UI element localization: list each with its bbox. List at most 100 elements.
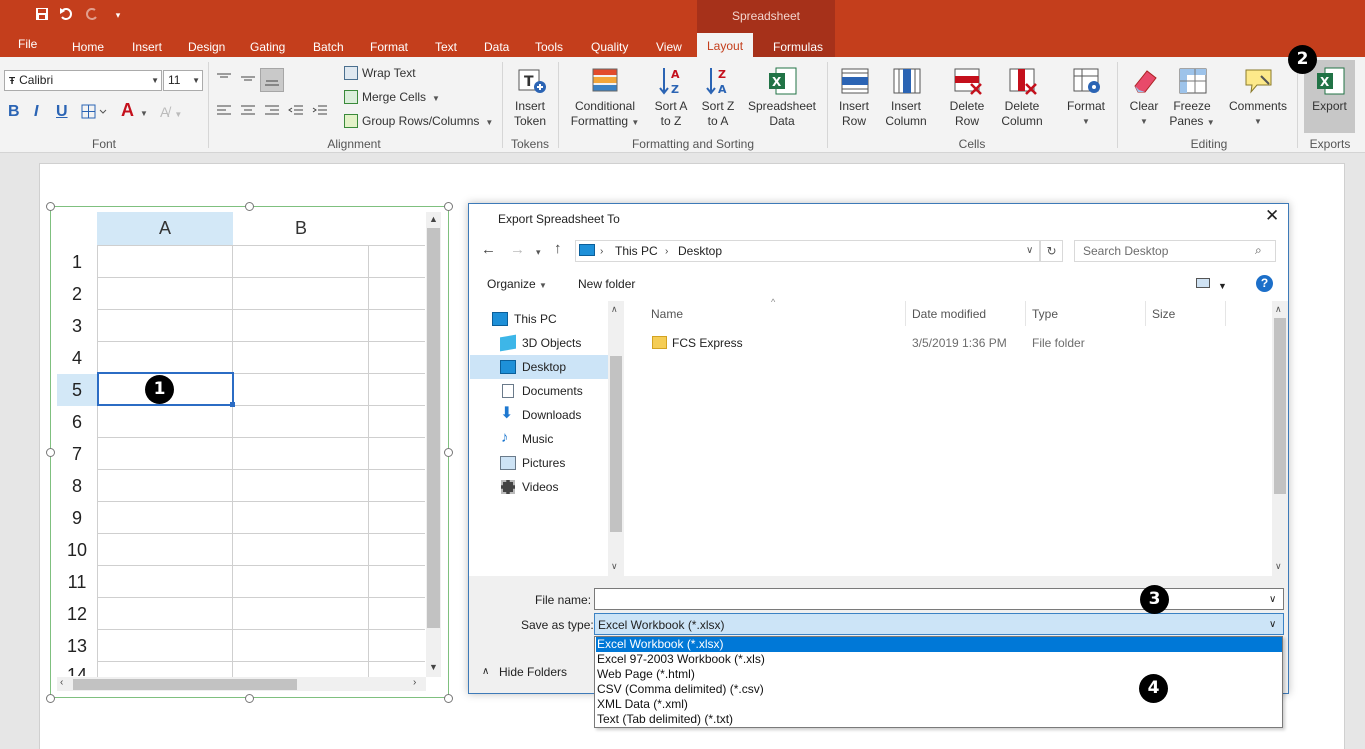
- path-this-pc[interactable]: This PC: [615, 243, 658, 259]
- fill-handle[interactable]: [230, 402, 235, 407]
- resize-handle[interactable]: [245, 694, 254, 703]
- tab-formulas[interactable]: Formulas: [771, 38, 825, 56]
- row-header[interactable]: 13: [57, 630, 97, 662]
- tab-tools[interactable]: Tools: [533, 38, 565, 56]
- align-middle-button[interactable]: [240, 71, 256, 88]
- font-size-select[interactable]: 11 ▼: [163, 70, 203, 91]
- scroll-down-icon[interactable]: ∨: [1275, 561, 1282, 572]
- chevron-down-icon[interactable]: ∨: [1026, 243, 1033, 259]
- tab-file[interactable]: File: [16, 35, 39, 53]
- wrap-text-button[interactable]: Wrap Text: [344, 65, 416, 81]
- align-right-button[interactable]: [264, 104, 280, 121]
- column-date-modified[interactable]: Date modified: [912, 307, 986, 321]
- forward-icon[interactable]: →: [510, 242, 525, 258]
- refresh-icon[interactable]: ↻: [1040, 240, 1063, 262]
- row-header[interactable]: 2: [57, 278, 97, 310]
- freeze-panes-button[interactable]: Freeze Panes ▼: [1168, 66, 1216, 130]
- type-option[interactable]: Text (Tab delimited) (*.txt): [596, 712, 1282, 727]
- decrease-indent-button[interactable]: [288, 104, 304, 121]
- row-header[interactable]: 8: [57, 470, 97, 502]
- resize-handle[interactable]: [444, 202, 453, 211]
- tab-design[interactable]: Design: [186, 38, 227, 56]
- chevron-down-icon[interactable]: ∨: [1269, 617, 1276, 633]
- path-desktop[interactable]: Desktop: [678, 243, 722, 259]
- spreadsheet-object[interactable]: [50, 206, 449, 698]
- type-option[interactable]: CSV (Comma delimited) (*.csv): [596, 682, 1282, 697]
- format-button[interactable]: Format ▼: [1062, 66, 1110, 129]
- scroll-right-icon[interactable]: ›: [413, 677, 416, 688]
- type-option[interactable]: Web Page (*.html): [596, 667, 1282, 682]
- insert-column-button[interactable]: Insert Column: [880, 66, 932, 129]
- chevron-down-icon[interactable]: ▼: [1218, 278, 1227, 294]
- merge-cells-button[interactable]: Merge Cells ▼: [344, 89, 440, 107]
- tab-insert[interactable]: Insert: [130, 38, 164, 56]
- scroll-left-icon[interactable]: ‹: [60, 677, 63, 688]
- column-size[interactable]: Size: [1152, 307, 1175, 321]
- close-icon[interactable]: ✕: [1265, 207, 1279, 224]
- borders-button[interactable]: [81, 104, 107, 124]
- font-family-select[interactable]: Ŧ Calibri ▼: [4, 70, 162, 91]
- tab-layout[interactable]: Layout: [697, 33, 754, 57]
- row-header[interactable]: 14: [57, 662, 97, 676]
- underline-button[interactable]: U: [56, 104, 68, 120]
- nav-scrollbar-thumb[interactable]: [610, 356, 622, 532]
- tab-batch[interactable]: Batch: [311, 38, 346, 56]
- scroll-up-icon[interactable]: ∧: [611, 304, 618, 315]
- sort-a-to-z-button[interactable]: AZ Sort A to Z: [650, 66, 692, 129]
- nav-item-3d-objects[interactable]: 3D Objects: [470, 331, 608, 355]
- view-options-icon[interactable]: [1196, 278, 1210, 288]
- type-option[interactable]: Excel 97-2003 Workbook (*.xls): [596, 652, 1282, 667]
- hide-folders-button[interactable]: Hide Folders: [499, 664, 567, 680]
- save-icon[interactable]: [34, 7, 50, 23]
- row-header[interactable]: 3: [57, 310, 97, 342]
- conditional-formatting-button[interactable]: Conditional Formatting ▼: [567, 66, 643, 130]
- increase-indent-button[interactable]: [312, 104, 328, 121]
- column-header-b[interactable]: B: [233, 212, 369, 245]
- font-color-button[interactable]: A ▼: [121, 101, 148, 122]
- comments-button[interactable]: Comments ▼: [1226, 66, 1290, 129]
- customize-icon[interactable]: ▾: [110, 7, 126, 23]
- nav-item-music[interactable]: ♪ Music: [470, 427, 608, 451]
- align-center-button[interactable]: [240, 104, 256, 121]
- nav-item-videos[interactable]: Videos: [470, 475, 608, 499]
- tab-home[interactable]: Home: [70, 38, 106, 56]
- tab-text[interactable]: Text: [433, 38, 459, 56]
- column-header-a[interactable]: A: [97, 212, 233, 245]
- chevron-up-icon[interactable]: ∧: [482, 664, 489, 680]
- organize-button[interactable]: Organize ▼: [487, 276, 547, 294]
- undo-icon[interactable]: [59, 7, 75, 23]
- nav-item-this-pc[interactable]: This PC: [470, 307, 608, 331]
- row-header[interactable]: 1: [57, 246, 97, 278]
- clear-format-button[interactable]: A̸ ▼: [160, 104, 182, 123]
- italic-button[interactable]: I: [34, 104, 38, 120]
- scroll-up-icon[interactable]: ∧: [1275, 304, 1282, 315]
- row-header[interactable]: 6: [57, 406, 97, 438]
- align-top-button[interactable]: [216, 71, 232, 88]
- back-icon[interactable]: ←: [481, 242, 496, 258]
- file-name-input[interactable]: [594, 588, 1284, 610]
- search-placeholder[interactable]: Search Desktop: [1083, 243, 1168, 259]
- resize-handle[interactable]: [46, 202, 55, 211]
- redo-icon[interactable]: [83, 7, 99, 23]
- row-header[interactable]: 7: [57, 438, 97, 470]
- column-name[interactable]: Name: [651, 307, 683, 321]
- scroll-down-icon[interactable]: ▼: [429, 662, 438, 672]
- nav-item-pictures[interactable]: Pictures: [470, 451, 608, 475]
- clear-button[interactable]: Clear ▼: [1124, 66, 1164, 129]
- sort-z-to-a-button[interactable]: ZA Sort Z to A: [697, 66, 739, 129]
- resize-handle[interactable]: [444, 694, 453, 703]
- spreadsheet-data-button[interactable]: X Spreadsheet Data: [745, 66, 819, 129]
- insert-row-button[interactable]: Insert Row: [834, 66, 874, 129]
- recent-locations-icon[interactable]: ▾: [536, 244, 541, 260]
- horizontal-scrollbar-thumb[interactable]: [73, 679, 297, 690]
- tab-format[interactable]: Format: [368, 38, 410, 56]
- help-icon[interactable]: ?: [1256, 275, 1273, 292]
- file-name[interactable]: FCS Express: [672, 335, 743, 351]
- row-header[interactable]: 12: [57, 598, 97, 630]
- scroll-down-icon[interactable]: ∨: [611, 561, 618, 572]
- tab-gating[interactable]: Gating: [248, 38, 287, 56]
- file-list-scrollbar-thumb[interactable]: [1274, 318, 1286, 494]
- nav-item-desktop[interactable]: Desktop: [470, 355, 608, 379]
- row-header[interactable]: 5: [57, 374, 97, 406]
- row-header[interactable]: 9: [57, 502, 97, 534]
